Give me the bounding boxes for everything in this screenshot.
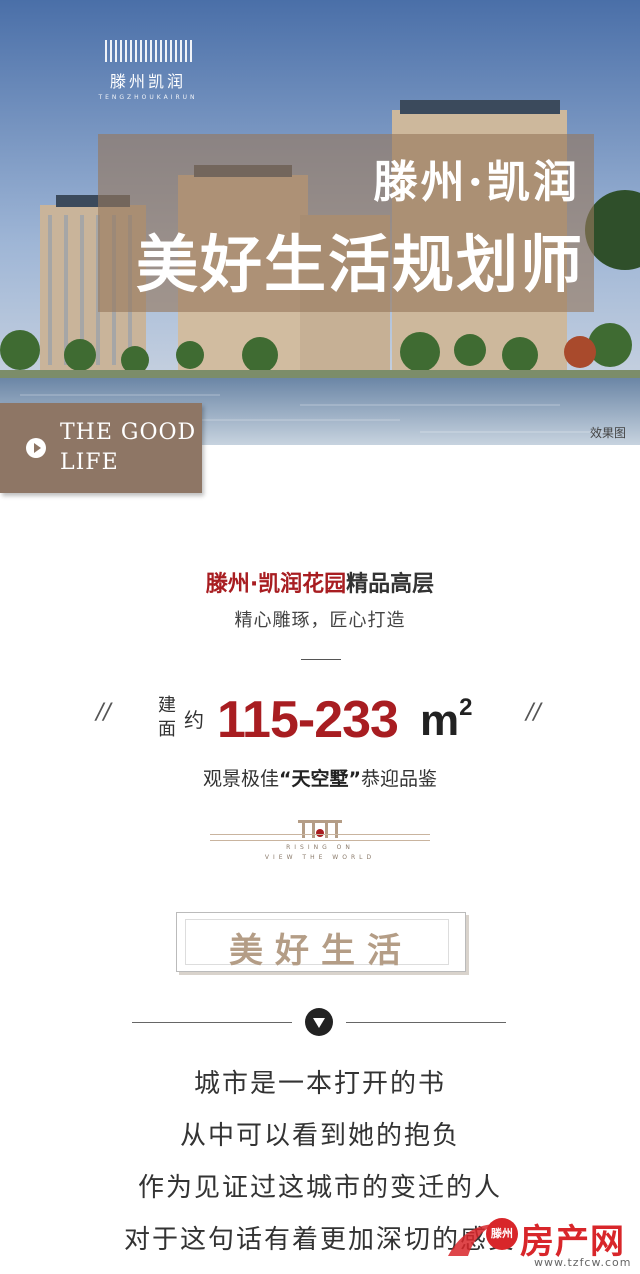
poem-line: 从中可以看到她的抱负 (179, 1121, 460, 1151)
label-jian: 建 (158, 695, 176, 716)
area-range: 115-233 (217, 691, 399, 749)
hero-banner: 滕州凯润 TENGZHOUKAIRUN 滕州·凯润 美好生活规划师 效果图 (0, 0, 640, 445)
watermark-badge: 滕州 (486, 1218, 518, 1250)
hero-title-box: 滕州·凯润 美好生活规划师 (98, 134, 594, 312)
view-highlight: “天空墅” (279, 768, 361, 790)
area-unit: m2 (420, 694, 473, 746)
hero-title-project: 滕州·凯润 (373, 157, 580, 208)
good-life-text: THE GOOD LIFE (60, 418, 196, 478)
divider-left (132, 1022, 292, 1023)
logo-chinese: 滕州凯润 (109, 72, 186, 91)
gate-icon (298, 820, 342, 838)
project-name: 滕州·凯润花园精品高层 (0, 566, 640, 598)
label-building-area: 建 面 (158, 694, 178, 742)
project-name-type: 精品高层 (346, 572, 435, 597)
short-divider (301, 659, 341, 660)
emblem-text-1: RISING ON (286, 844, 354, 851)
rising-emblem: RISING ON VIEW THE WORLD (210, 812, 430, 864)
emblem-line-bottom (210, 840, 430, 841)
site-watermark: 滕州 房产网 www.tzfcw.com (444, 1216, 634, 1272)
slash-left: // (96, 700, 111, 725)
view-prefix: 观景极佳 (202, 768, 279, 790)
section-title-box: 美好生活 (176, 912, 466, 972)
area-unit-m: m (420, 696, 460, 745)
good-life-badge[interactable]: THE GOOD LIFE (0, 403, 202, 493)
label-mian: 面 (158, 719, 176, 740)
watermark-url: www.tzfcw.com (534, 1256, 632, 1269)
brand-logo: 滕州凯润 TENGZHOUKAIRUN (48, 40, 248, 101)
play-icon (26, 438, 46, 458)
divider-right (346, 1022, 506, 1023)
slash-right: // (526, 700, 541, 725)
logo-gate-icon (48, 40, 248, 62)
render-note: 效果图 (589, 426, 626, 440)
emblem-line-top (210, 834, 430, 835)
good-life-line1: THE GOOD (60, 420, 197, 445)
area-row: // 建 面 约 115-233 m2 // (0, 690, 640, 760)
chevron-down-icon (305, 1008, 333, 1036)
hero-title-slogan: 美好生活规划师 (135, 228, 584, 301)
area-unit-sup: 2 (459, 694, 473, 721)
view-suffix: 恭迎品鉴 (360, 768, 437, 790)
logo-english: TENGZHOUKAIRUN (98, 94, 198, 101)
project-tagline: 精心雕琢，匠心打造 (234, 610, 406, 631)
good-life-line2: LIFE (60, 450, 119, 475)
emblem-text-2: VIEW THE WORLD (264, 854, 376, 861)
section-title: 美好生活 (229, 931, 413, 971)
view-statement: 观景极佳“天空墅”恭迎品鉴 (0, 764, 640, 791)
poem-line: 城市是一本打开的书 (193, 1069, 446, 1099)
project-name-red: 滕州·凯润花园 (205, 572, 347, 597)
poem-line: 作为见证过这城市的变迁的人 (137, 1173, 502, 1203)
label-approx: 约 (184, 708, 204, 732)
